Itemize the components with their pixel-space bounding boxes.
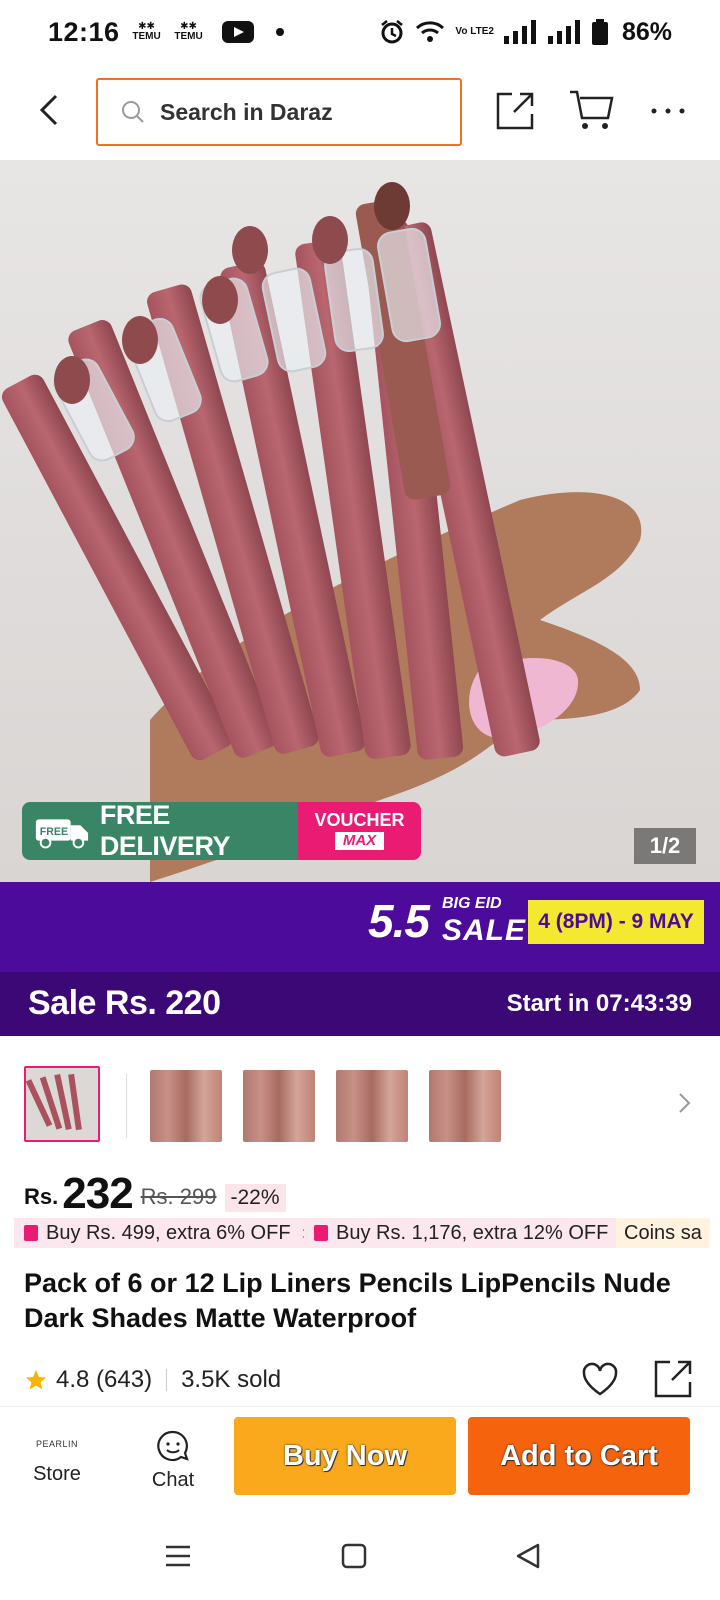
sale-countdown: Start in 07:43:39 xyxy=(506,990,692,1017)
search-icon xyxy=(122,101,144,123)
back-triangle-icon[interactable] xyxy=(514,1542,542,1570)
thumbnail-1[interactable] xyxy=(24,1066,100,1142)
system-navigation-bar xyxy=(0,1518,720,1600)
share-icon[interactable] xyxy=(652,1358,694,1400)
battery-icon xyxy=(591,19,608,45)
store-logo-text: PEARLIN xyxy=(35,1439,78,1449)
top-navigation: Search in Daraz xyxy=(0,72,720,152)
cart-icon[interactable] xyxy=(568,88,614,132)
rating-value: 4.8 (643) xyxy=(56,1366,153,1393)
back-arrow-icon[interactable] xyxy=(30,90,70,130)
thumbnail-5[interactable] xyxy=(429,1070,501,1142)
thumbnail-divider xyxy=(126,1074,127,1138)
star-icon xyxy=(26,1370,46,1390)
status-bar: 12:16 ✱✱ TEMU ✱✱ TEMU Vo LTE2 86% xyxy=(0,0,720,64)
buy-now-button[interactable]: Buy Now xyxy=(234,1417,456,1495)
image-counter: 1/2 xyxy=(634,828,696,864)
chat-label: Chat xyxy=(151,1469,195,1491)
temu-label-2: TEMU xyxy=(174,31,203,42)
voucher-tag-icon xyxy=(24,1225,38,1241)
campaign-banner[interactable]: 5.5 BIG EID SALE 4 (8PM) - 9 MAY xyxy=(0,882,720,972)
flash-sale-bar: Sale Rs. 220 Start in 07:43:39 xyxy=(0,972,720,1036)
campaign-sale: SALE xyxy=(442,914,527,947)
promo-chip-3-label: Coins sa xyxy=(624,1222,702,1244)
bottom-action-bar: PEARLIN Store Chat Buy Now Add to Cart xyxy=(0,1406,720,1518)
volte-icon: Vo LTE2 xyxy=(455,26,494,37)
signal-icon-2 xyxy=(547,20,580,44)
temu-notification-icon: ✱✱ TEMU xyxy=(132,21,161,42)
chat-button[interactable]: Chat xyxy=(130,1429,216,1499)
add-to-cart-button[interactable]: Add to Cart xyxy=(468,1417,690,1495)
price-original: Rs. 299 xyxy=(140,1184,217,1209)
temu-label-1: TEMU xyxy=(132,31,161,42)
promo-chip-2[interactable]: Buy Rs. 1,176, extra 12% OFF › xyxy=(304,1218,635,1248)
thumbnail-4[interactable] xyxy=(336,1070,408,1142)
menu-icon[interactable] xyxy=(164,1542,192,1570)
sold-count: 3.5K sold xyxy=(181,1366,282,1393)
discount-badge: -22% xyxy=(224,1184,286,1212)
free-badge-text: FREE xyxy=(40,826,68,838)
price-row: Rs. 232 Rs. 299 -22% xyxy=(24,1166,286,1216)
voucher-max-badge: VOUCHER MAX xyxy=(298,802,421,860)
price-currency: Rs. xyxy=(24,1184,59,1209)
voucher-tag-icon xyxy=(314,1225,328,1241)
search-placeholder: Search in Daraz xyxy=(160,98,333,125)
home-icon[interactable] xyxy=(340,1542,368,1570)
truck-icon: FREE xyxy=(35,819,89,849)
search-input[interactable]: Search in Daraz xyxy=(96,78,462,146)
thumbnail-2[interactable] xyxy=(150,1070,222,1142)
heart-icon[interactable] xyxy=(580,1360,620,1400)
thumbnail-1-image xyxy=(26,1068,98,1140)
campaign-dates: 4 (8PM) - 9 MAY xyxy=(528,900,704,944)
share-icon[interactable] xyxy=(494,90,536,132)
chat-icon xyxy=(157,1430,189,1462)
product-photo-lip-pencils xyxy=(1,182,642,882)
free-delivery-label: FREE DELIVERY xyxy=(99,800,231,861)
rating-separator xyxy=(166,1369,168,1391)
promo-chip-1[interactable]: Buy Rs. 499, extra 6% OFF › xyxy=(14,1218,317,1248)
thumbnail-3[interactable] xyxy=(243,1070,315,1142)
sale-price: Sale Rs. 220 xyxy=(28,984,221,1022)
store-label: Store xyxy=(33,1463,81,1485)
free-delivery-badge: FREE FREE DELIVERY xyxy=(22,800,300,861)
promo-chips: Buy Rs. 499, extra 6% OFF › Buy Rs. 1,17… xyxy=(0,1218,720,1250)
more-options-icon[interactable] xyxy=(648,96,688,126)
campaign-number: 5.5 xyxy=(368,895,430,947)
temu-notification-icon-2: ✱✱ TEMU xyxy=(174,21,203,42)
alarm-icon xyxy=(381,20,404,44)
product-title: Pack of 6 or 12 Lip Liners Pencils LipPe… xyxy=(24,1268,671,1333)
product-image-carousel[interactable]: FREE FREE DELIVERY VOUCHER MAX 1/2 xyxy=(0,160,720,882)
chevron-right-icon[interactable] xyxy=(676,1090,694,1116)
promo-chip-3[interactable]: Coins sa xyxy=(616,1218,710,1248)
wifi-icon xyxy=(416,21,445,42)
status-time: 12:16 xyxy=(48,16,120,47)
voucher-max-label: MAX xyxy=(334,832,385,850)
thumbnail-strip xyxy=(0,1062,720,1142)
store-logo: PEARLIN xyxy=(14,1439,100,1457)
battery-percent: 86% xyxy=(621,17,672,46)
status-indicators: Vo LTE2 86% xyxy=(379,18,672,47)
promo-chip-2-label: Buy Rs. 1,176, extra 12% OFF xyxy=(336,1222,609,1244)
voucher-label: VOUCHER xyxy=(314,810,405,830)
promo-chip-1-label: Buy Rs. 499, extra 6% OFF xyxy=(46,1222,291,1244)
store-button[interactable]: PEARLIN Store xyxy=(14,1429,100,1499)
notification-dot-icon xyxy=(275,28,284,36)
signal-icon-1 xyxy=(503,20,536,44)
price-current: 232 xyxy=(62,1169,133,1218)
campaign-big-eid: BIG EID xyxy=(442,895,502,912)
youtube-icon xyxy=(221,21,254,43)
